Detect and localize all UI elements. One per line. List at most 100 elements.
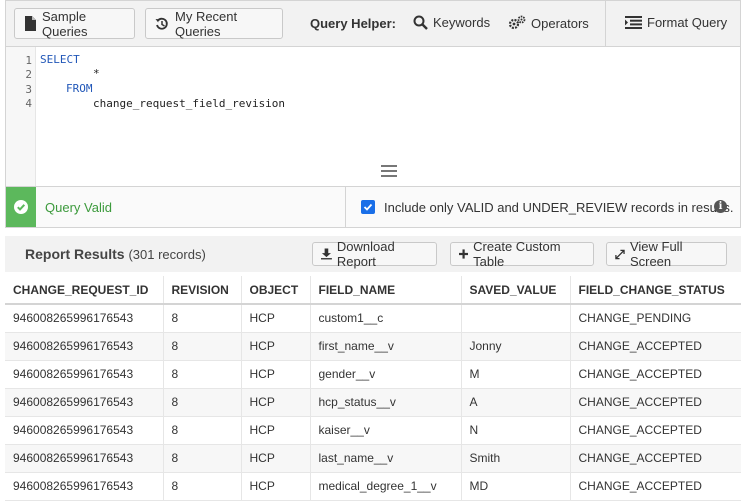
table-row: 946008265996176543 8 HCP last_name__v Sm… [5,444,741,473]
line-number-gutter: 1 2 3 4 [6,47,36,186]
results-table: CHANGE_REQUEST_ID REVISION OBJECT FIELD_… [5,276,741,501]
include-valid-label: Include only VALID and UNDER_REVIEW reco… [384,200,734,215]
table-cell: 8 [162,444,241,473]
table-cell: 946008265996176543 [5,416,163,445]
table-cell: MD [460,472,570,501]
table-cell: Smith [460,444,570,473]
column-header[interactable]: FIELD_NAME [309,276,461,305]
download-report-label: Download Report [336,239,395,269]
code-keyword-from: FROM [66,82,93,95]
table-header-row: CHANGE_REQUEST_ID REVISION OBJECT FIELD_… [5,276,741,305]
table-cell: CHANGE_ACCEPTED [569,416,741,445]
table-cell: 946008265996176543 [5,472,163,501]
table-cell: HCP [240,388,310,417]
table-cell: Jonny [460,332,570,361]
table-row: 946008265996176543 8 HCP medical_degree_… [5,472,741,501]
record-count: (301 records) [128,247,206,262]
table-cell: gender__v [309,360,461,389]
search-icon [413,15,428,30]
report-title-text: Report Results [25,246,125,262]
history-icon [155,17,168,30]
table-cell: CHANGE_ACCEPTED [569,444,741,473]
valid-indicator [6,187,36,227]
download-icon [321,248,332,260]
table-cell: HCP [240,416,310,445]
create-custom-table-label: Create Custom Table [473,239,561,269]
include-valid-checkbox[interactable] [361,200,375,214]
expand-icon [615,249,625,259]
column-header[interactable]: CHANGE_REQUEST_ID [5,276,163,305]
query-valid-text: Query Valid [45,200,112,215]
gears-icon [508,15,526,30]
toolbar-divider [605,1,606,47]
code-table-name: change_request_field_revision [93,97,286,110]
view-full-screen-label: View Full Screen [629,239,683,269]
code-select-star: * [93,67,100,80]
operators-button[interactable]: Operators [508,15,589,31]
column-header[interactable]: REVISION [162,276,241,305]
document-icon [25,16,36,31]
recent-queries-button[interactable]: My Recent Queries [145,8,283,39]
query-status-bar: Query Valid Include only VALID and UNDER… [5,187,741,228]
table-cell: 946008265996176543 [5,388,163,417]
format-query-button[interactable]: Format Query [625,15,727,30]
report-title: Report Results (301 records) [25,246,206,262]
table-cell: HCP [240,444,310,473]
table-cell: HCP [240,332,310,361]
line-number: 2 [25,68,32,81]
table-cell: custom1__c [309,304,461,333]
operators-label: Operators [531,15,589,31]
table-row: 946008265996176543 8 HCP kaiser__v N CHA… [5,416,741,445]
check-circle-icon [14,200,28,214]
recent-queries-label: My Recent Queries [175,8,238,39]
keywords-button[interactable]: Keywords [413,15,490,30]
table-cell: 946008265996176543 [5,444,163,473]
info-icon[interactable]: i [714,200,727,213]
status-divider [345,187,346,227]
table-cell: HCP [240,360,310,389]
download-report-button[interactable]: Download Report [312,239,437,269]
table-cell: 8 [162,388,241,417]
align-left-icon [625,16,642,29]
line-number: 4 [25,97,32,110]
table-cell: M [460,360,570,389]
code-keyword-select: SELECT [40,53,80,66]
table-row: 946008265996176543 8 HCP gender__v M CHA… [5,360,741,389]
table-cell: first_name__v [309,332,461,361]
table-cell: CHANGE_ACCEPTED [569,332,741,361]
sample-queries-label: Sample Queries [42,8,88,39]
format-query-label: Format Query [647,15,728,30]
line-number: 3 [25,83,32,96]
table-cell: CHANGE_ACCEPTED [569,472,741,501]
table-cell: HCP [240,472,310,501]
editor-resize-handle[interactable] [381,165,397,177]
table-cell: CHANGE_ACCEPTED [569,388,741,417]
column-header[interactable]: OBJECT [240,276,310,305]
view-full-screen-button[interactable]: View Full Screen [606,239,727,269]
table-cell: CHANGE_ACCEPTED [569,360,741,389]
table-cell: A [460,388,570,417]
table-cell: medical_degree_1__v [309,472,461,501]
report-header: Report Results (301 records) Download Re… [5,236,741,272]
sample-queries-button[interactable]: Sample Queries [14,8,135,39]
plus-icon [459,249,469,259]
table-cell: last_name__v [309,444,461,473]
table-cell: 8 [162,304,241,333]
table-row: 946008265996176543 8 HCP custom1__c CHAN… [5,304,741,333]
table-cell: hcp_status__v [309,388,461,417]
table-cell: N [460,416,570,445]
sql-editor[interactable]: 1 2 3 4 SELECT * FROM change_request_fie… [5,46,741,187]
checkmark-icon [363,203,373,211]
table-cell: 8 [162,416,241,445]
query-helper-label: Query Helper: [310,16,396,31]
table-row: 946008265996176543 8 HCP hcp_status__v A… [5,388,741,417]
create-custom-table-button[interactable]: Create Custom Table [450,239,594,269]
table-cell: HCP [240,304,310,333]
column-header[interactable]: SAVED_VALUE [460,276,570,305]
table-cell: 8 [162,472,241,501]
table-cell: 946008265996176543 [5,304,163,333]
keywords-label: Keywords [433,15,491,30]
column-header[interactable]: FIELD_CHANGE_STATUS [569,276,741,305]
table-cell: 946008265996176543 [5,332,163,361]
table-cell: 8 [162,332,241,361]
